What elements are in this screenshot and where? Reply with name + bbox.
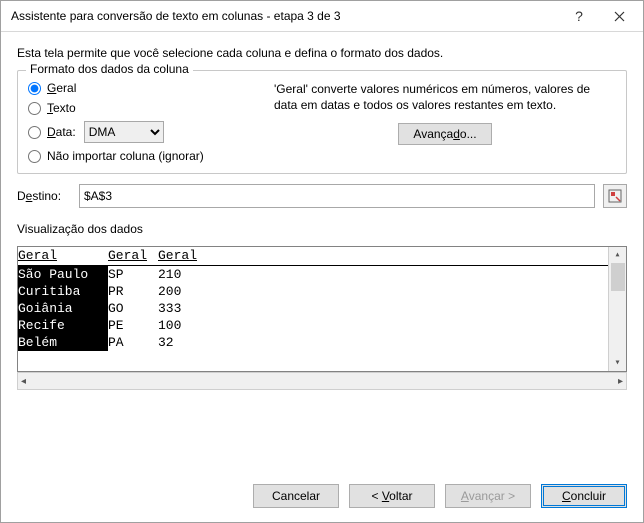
column-format-group: Formato dos dados da coluna Geral Texto xyxy=(17,70,627,174)
scroll-up-icon[interactable]: ▴ xyxy=(614,249,620,261)
preview-cell: Goiânia xyxy=(18,300,108,317)
help-button[interactable]: ? xyxy=(559,2,599,30)
preview-cell: Recife xyxy=(18,317,108,334)
radio-date-input[interactable] xyxy=(28,126,41,139)
data-preview: Geral Geral Geral São PauloSP210Curitiba… xyxy=(17,246,627,372)
cancel-button[interactable]: Cancelar xyxy=(253,484,339,508)
radio-skip-input[interactable] xyxy=(28,150,41,163)
dialog-body: Esta tela permite que você selecione cad… xyxy=(1,32,643,474)
preview-cell: PR xyxy=(108,283,158,300)
format-description: 'Geral' converte valores numéricos em nú… xyxy=(274,81,616,113)
preview-cell: PE xyxy=(108,317,158,334)
preview-row: CuritibaPR200 xyxy=(18,283,608,300)
preview-rows: São PauloSP210CuritibaPR200GoiâniaGO333R… xyxy=(18,266,608,351)
radio-date[interactable]: Data: xyxy=(28,125,76,139)
preview-header-col3[interactable]: Geral xyxy=(158,247,608,265)
preview-cell: 333 xyxy=(158,300,181,317)
preview-cell: GO xyxy=(108,300,158,317)
preview-header-col1[interactable]: Geral xyxy=(18,247,108,265)
format-description-area: 'Geral' converte valores numéricos em nú… xyxy=(268,81,616,163)
preview-cell: Curitiba xyxy=(18,283,108,300)
radio-skip[interactable]: Não importar coluna (ignorar) xyxy=(28,149,258,163)
dialog-footer: Cancelar < Voltar Avançar > Concluir xyxy=(1,474,643,522)
advanced-button[interactable]: Avançado... xyxy=(398,123,491,145)
scroll-right-icon[interactable]: ▸ xyxy=(618,376,623,387)
finish-button[interactable]: Concluir xyxy=(541,484,627,508)
wizard-dialog: Assistente para conversão de texto em co… xyxy=(0,0,644,523)
preview-label: Visualização dos dados xyxy=(17,222,627,236)
scroll-left-icon[interactable]: ◂ xyxy=(21,376,26,387)
preview-row: São PauloSP210 xyxy=(18,266,608,283)
radio-text[interactable]: Texto xyxy=(28,101,258,115)
close-icon xyxy=(614,11,625,22)
radio-text-input[interactable] xyxy=(28,102,41,115)
next-button: Avançar > xyxy=(445,484,531,508)
scroll-thumb[interactable] xyxy=(611,263,625,291)
back-button[interactable]: < Voltar xyxy=(349,484,435,508)
close-button[interactable] xyxy=(599,2,639,30)
preview-cell: 200 xyxy=(158,283,181,300)
destination-input[interactable] xyxy=(79,184,595,208)
range-picker-button[interactable] xyxy=(603,184,627,208)
preview-cell: 210 xyxy=(158,266,181,283)
preview-cell: 100 xyxy=(158,317,181,334)
format-radio-list: Geral Texto Data: DMA xyxy=(28,81,258,163)
preview-header-col2[interactable]: Geral xyxy=(108,247,158,265)
instruction-text: Esta tela permite que você selecione cad… xyxy=(17,46,627,60)
preview-header-row: Geral Geral Geral xyxy=(18,247,608,266)
destination-label: Destino: xyxy=(17,189,71,203)
date-format-select[interactable]: DMA xyxy=(84,121,164,143)
vertical-scrollbar[interactable]: ▴ ▾ xyxy=(608,247,626,371)
preview-cell: PA xyxy=(108,334,158,351)
preview-cell: SP xyxy=(108,266,158,283)
horizontal-scrollbar[interactable]: ◂ ▸ xyxy=(17,372,627,390)
window-title: Assistente para conversão de texto em co… xyxy=(11,9,559,23)
preview-row: GoiâniaGO333 xyxy=(18,300,608,317)
radio-general-input[interactable] xyxy=(28,82,41,95)
preview-cell: 32 xyxy=(158,334,174,351)
group-legend: Formato dos dados da coluna xyxy=(26,62,193,76)
destination-row: Destino: xyxy=(17,184,627,208)
titlebar: Assistente para conversão de texto em co… xyxy=(1,1,643,32)
preview-cell: Belém xyxy=(18,334,108,351)
radio-general[interactable]: Geral xyxy=(28,81,258,95)
preview-cell: São Paulo xyxy=(18,266,108,283)
scroll-down-icon[interactable]: ▾ xyxy=(614,357,620,369)
preview-row: RecifePE100 xyxy=(18,317,608,334)
preview-row: BelémPA32 xyxy=(18,334,608,351)
range-picker-icon xyxy=(608,189,622,203)
